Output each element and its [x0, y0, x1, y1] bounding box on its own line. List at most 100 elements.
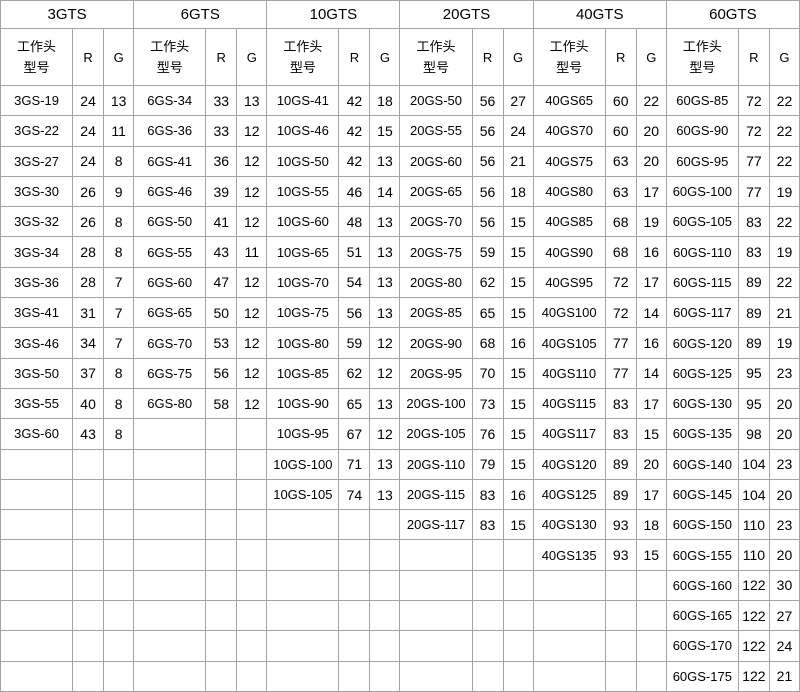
model-cell: 60GS-165: [666, 601, 738, 631]
r-value-cell: [73, 661, 104, 691]
model-cell: 20GS-105: [400, 419, 472, 449]
group-header-20gts: 20GTS: [400, 1, 533, 29]
g-value-cell: 15: [503, 510, 533, 540]
table-row: 3GS-342886GS-55431110GS-65511320GS-75591…: [1, 237, 800, 267]
model-cell: 60GS-117: [666, 298, 738, 328]
r-value-cell: 56: [472, 86, 503, 116]
g-value-cell: [503, 570, 533, 600]
r-value-cell: 28: [73, 267, 104, 297]
model-cell: 40GS85: [533, 207, 605, 237]
model-cell: [1, 449, 73, 479]
r-value-cell: 56: [472, 207, 503, 237]
model-cell: 40GS65: [533, 86, 605, 116]
model-header-line1: 工作头: [667, 36, 738, 57]
r-value-cell: [339, 510, 370, 540]
r-value-cell: 24: [73, 146, 104, 176]
model-cell: 60GS-85: [666, 86, 738, 116]
r-value-cell: [206, 601, 237, 631]
model-header-line2: 型号: [1, 57, 72, 78]
column-header-row: 工作头型号RG工作头型号RG工作头型号RG工作头型号RG工作头型号RG工作头型号…: [1, 29, 800, 86]
r-value-cell: 89: [738, 267, 769, 297]
model-cell: 20GS-65: [400, 176, 472, 206]
model-cell: 60GS-175: [666, 661, 738, 691]
g-value-cell: [237, 601, 267, 631]
model-cell: [1, 510, 73, 540]
r-value-cell: 24: [73, 116, 104, 146]
g-value-cell: [237, 540, 267, 570]
g-value-cell: 8: [104, 358, 134, 388]
r-value-cell: 83: [605, 388, 636, 418]
r-value-cell: [206, 570, 237, 600]
table-row: 60GS-16012230: [1, 570, 800, 600]
model-cell: [1, 661, 73, 691]
g-value-cell: [104, 570, 134, 600]
table-row: 3GS-554086GS-80581210GS-90651320GS-10073…: [1, 388, 800, 418]
r-value-cell: 122: [738, 601, 769, 631]
model-cell: [267, 631, 339, 661]
model-column-header: 工作头型号: [666, 29, 738, 86]
r-value-cell: 122: [738, 661, 769, 691]
g-value-cell: 12: [237, 207, 267, 237]
g-value-cell: [104, 479, 134, 509]
model-cell: [134, 601, 206, 631]
r-value-cell: 33: [206, 116, 237, 146]
r-value-cell: 83: [605, 419, 636, 449]
group-header-10gts: 10GTS: [267, 1, 400, 29]
g-value-cell: [636, 661, 666, 691]
g-value-cell: [104, 631, 134, 661]
r-value-cell: 59: [339, 328, 370, 358]
model-cell: 20GS-80: [400, 267, 472, 297]
r-value-cell: [339, 631, 370, 661]
g-value-cell: 16: [503, 328, 533, 358]
g-value-cell: 23: [769, 358, 799, 388]
model-cell: 60GS-145: [666, 479, 738, 509]
g-value-cell: 27: [769, 601, 799, 631]
model-cell: 20GS-115: [400, 479, 472, 509]
model-cell: 10GS-95: [267, 419, 339, 449]
g-value-cell: 8: [104, 237, 134, 267]
g-value-cell: 13: [370, 146, 400, 176]
r-value-cell: 24: [73, 86, 104, 116]
g-value-cell: 11: [237, 237, 267, 267]
table-row: 3GS-302696GS-46391210GS-55461420GS-65561…: [1, 176, 800, 206]
r-value-cell: 110: [738, 540, 769, 570]
g-value-cell: 18: [503, 176, 533, 206]
r-value-cell: 72: [605, 267, 636, 297]
r-value-cell: 40: [73, 388, 104, 418]
r-value-cell: 65: [339, 388, 370, 418]
g-value-cell: 16: [503, 479, 533, 509]
g-value-cell: 18: [636, 510, 666, 540]
g-value-cell: 13: [370, 479, 400, 509]
g-value-cell: 17: [636, 267, 666, 297]
r-value-cell: [605, 661, 636, 691]
r-value-cell: 26: [73, 176, 104, 206]
g-value-cell: 8: [104, 388, 134, 418]
g-value-cell: [636, 631, 666, 661]
g-value-cell: [503, 601, 533, 631]
g-value-cell: 20: [769, 388, 799, 418]
r-value-cell: 56: [206, 358, 237, 388]
r-value-cell: [605, 631, 636, 661]
g-value-cell: 13: [104, 86, 134, 116]
r-value-cell: 56: [472, 146, 503, 176]
g-value-cell: 13: [370, 298, 400, 328]
model-cell: 40GS135: [533, 540, 605, 570]
model-cell: [1, 601, 73, 631]
g-value-cell: [237, 449, 267, 479]
model-cell: 10GS-80: [267, 328, 339, 358]
table-row: 3GS-463476GS-70531210GS-80591220GS-90681…: [1, 328, 800, 358]
r-value-cell: [605, 601, 636, 631]
model-cell: [267, 601, 339, 631]
r-value-cell: 93: [605, 540, 636, 570]
g-value-cell: 12: [237, 176, 267, 206]
model-cell: 60GS-155: [666, 540, 738, 570]
model-cell: 60GS-150: [666, 510, 738, 540]
r-value-cell: 68: [472, 328, 503, 358]
r-value-cell: [73, 510, 104, 540]
g-value-cell: 15: [636, 540, 666, 570]
r-value-cell: [339, 570, 370, 600]
model-cell: 3GS-32: [1, 207, 73, 237]
model-cell: 20GS-60: [400, 146, 472, 176]
r-value-cell: 72: [738, 86, 769, 116]
r-value-cell: [73, 540, 104, 570]
